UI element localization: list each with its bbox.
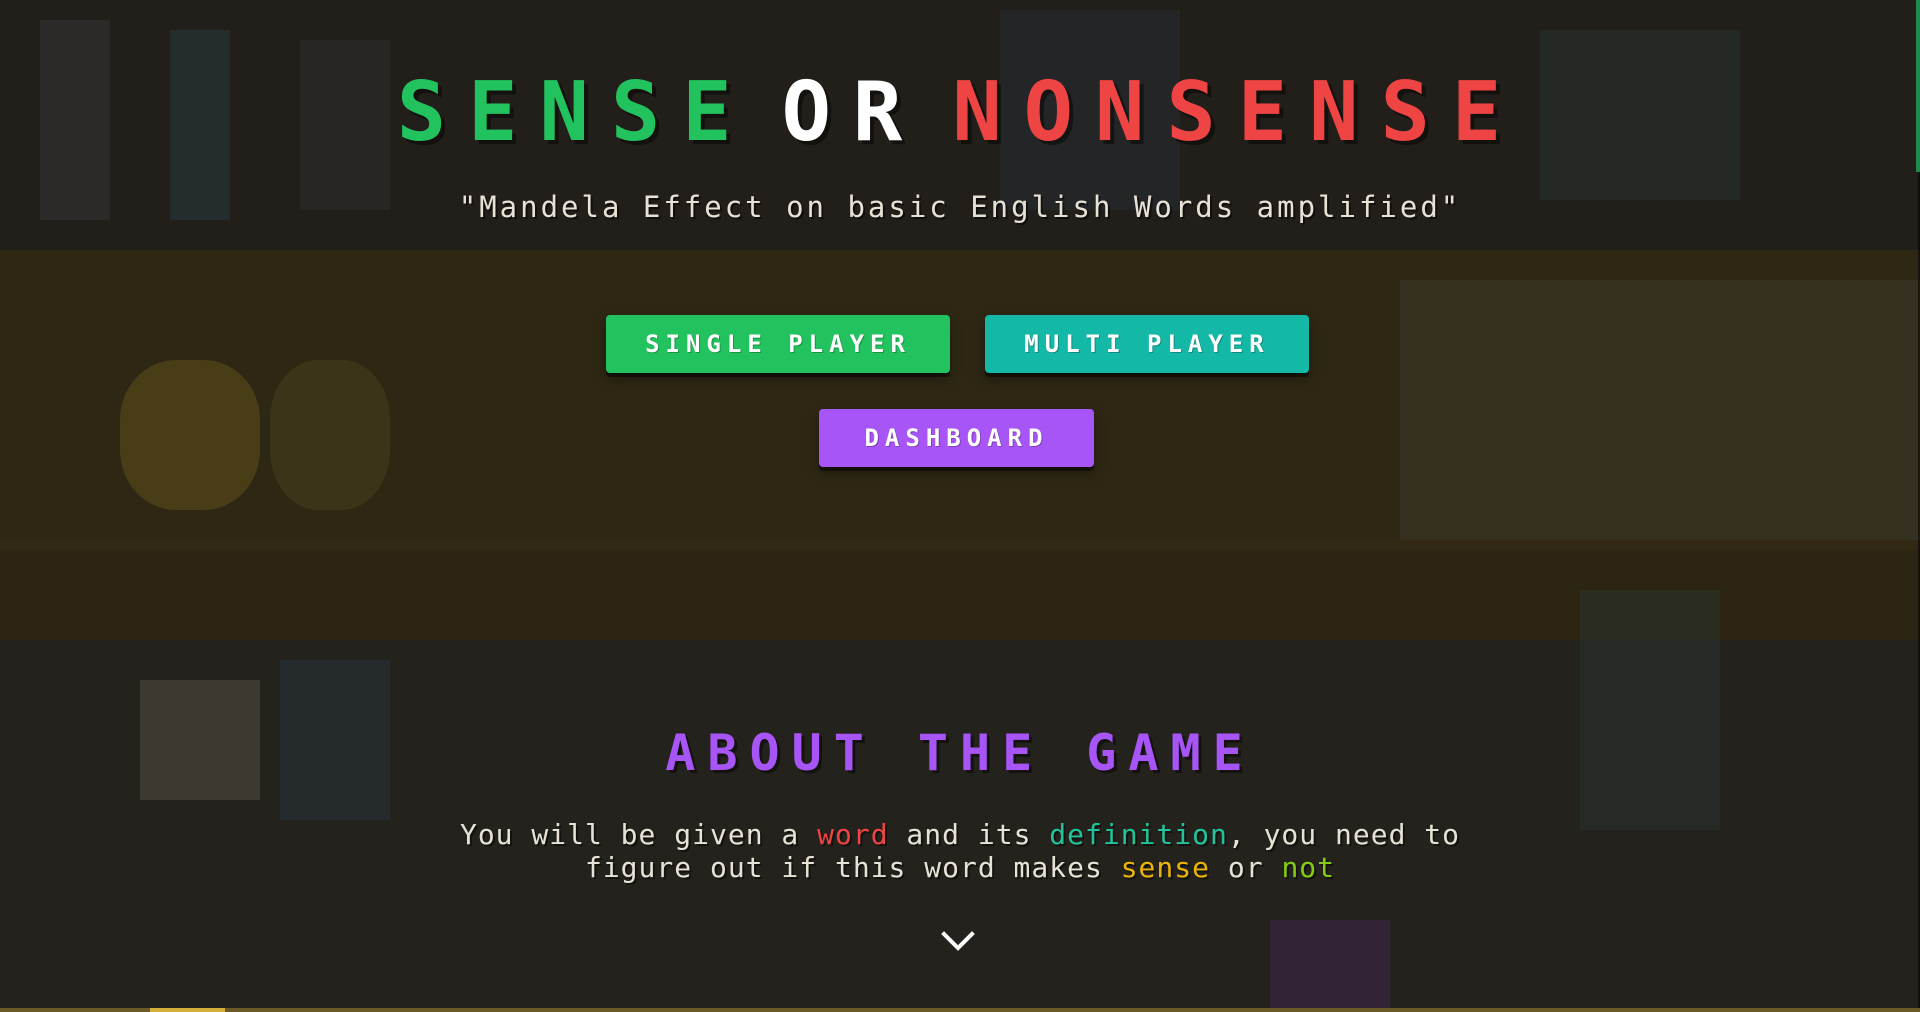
game-landing-page: SENSE OR NONSENSE "Mandela Effect on basic… bbox=[0, 0, 1920, 1012]
highlight-word: word bbox=[817, 818, 889, 851]
highlight-definition: definition bbox=[1049, 818, 1228, 851]
about-text-part2: and its bbox=[888, 818, 1050, 851]
chevron-down-icon[interactable] bbox=[940, 928, 976, 954]
dashboard-button[interactable]: DASHBOARD bbox=[819, 409, 1094, 467]
bottom-strip-accent bbox=[150, 1008, 225, 1012]
bottom-strip bbox=[0, 1008, 1920, 1012]
multi-player-button[interactable]: MULTI PLAYER bbox=[985, 315, 1309, 373]
game-tagline: "Mandela Effect on basic English Words a… bbox=[458, 190, 1462, 224]
scrollbar-thumb[interactable] bbox=[1916, 0, 1920, 172]
title-word-nonsense: NONSENSE bbox=[952, 65, 1524, 160]
highlight-not: not bbox=[1281, 851, 1336, 884]
about-description: You will be given a word and its definit… bbox=[430, 818, 1490, 884]
about-heading: ABOUT THE GAME bbox=[665, 724, 1255, 782]
about-text-part1: You will be given a bbox=[459, 818, 818, 851]
title-word-sense: SENSE bbox=[396, 65, 754, 160]
single-player-button[interactable]: SINGLE PLAYER bbox=[606, 315, 950, 373]
highlight-sense: sense bbox=[1120, 851, 1210, 884]
game-title: SENSE OR NONSENSE bbox=[0, 68, 1920, 158]
main-content: SENSE OR NONSENSE "Mandela Effect on basic… bbox=[0, 0, 1920, 1012]
about-text-part4: or bbox=[1210, 851, 1282, 884]
title-word-or: OR bbox=[781, 65, 925, 160]
